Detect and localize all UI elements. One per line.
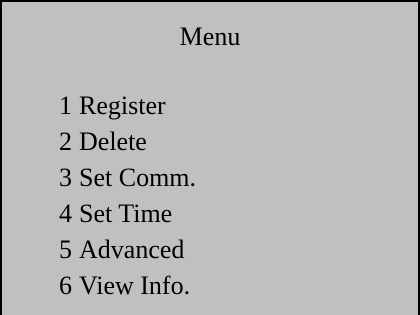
- menu-item-number: 4: [59, 199, 72, 228]
- menu-item-view-info[interactable]: 6 View Info.: [59, 268, 196, 304]
- menu-item-number: 1: [59, 91, 72, 120]
- menu-list: 1 Register 2 Delete 3 Set Comm. 4 Set Time 5…: [59, 88, 196, 304]
- menu-item-label: Advanced: [79, 235, 185, 264]
- menu-item-number: 3: [59, 163, 72, 192]
- menu-item-label: Delete: [79, 127, 147, 156]
- menu-item-set-time[interactable]: 4 Set Time: [59, 196, 196, 232]
- menu-item-set-comm[interactable]: 3 Set Comm.: [59, 160, 196, 196]
- menu-title: Menu: [179, 22, 241, 51]
- menu-item-register[interactable]: 1 Register: [59, 88, 196, 124]
- menu-item-number: 6: [59, 271, 72, 300]
- menu-item-number: 5: [59, 235, 72, 264]
- menu-item-delete[interactable]: 2 Delete: [59, 124, 196, 160]
- menu-item-label: Register: [79, 91, 166, 120]
- device-screen: Menu 1 Register 2 Delete 3 Set Comm. 4 Set T…: [0, 0, 420, 315]
- menu-item-label: Set Time: [79, 199, 173, 228]
- menu-item-advanced[interactable]: 5 Advanced: [59, 232, 196, 268]
- menu-item-label: Set Comm.: [79, 163, 197, 192]
- menu-item-label: View Info.: [79, 271, 191, 300]
- menu-item-number: 2: [59, 127, 72, 156]
